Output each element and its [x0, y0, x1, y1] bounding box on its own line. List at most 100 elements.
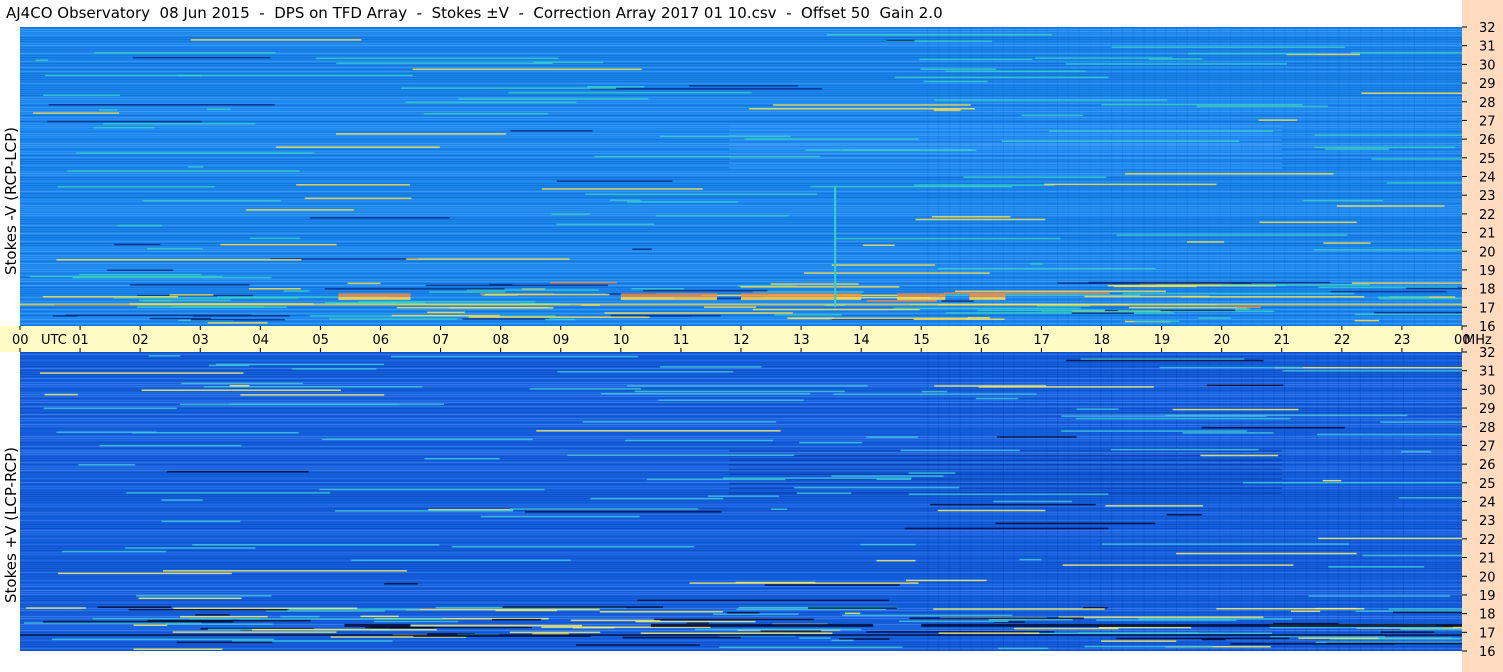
interference-line [94, 52, 276, 54]
interference-line [283, 290, 310, 292]
interference-line [1014, 627, 1119, 630]
interference-line [744, 138, 919, 140]
interference-line [1065, 359, 1264, 362]
time-axis-band [0, 326, 1462, 352]
frequency-tick-label: 26 [1479, 133, 1496, 148]
interference-line [1378, 637, 1462, 640]
top-heatmap [20, 27, 1462, 326]
heatmap-texture-line [20, 213, 1462, 214]
time-tick-label: 08 [493, 333, 510, 348]
interference-line [1308, 595, 1451, 597]
interference-line [893, 307, 1081, 309]
time-tick-label: 06 [373, 333, 390, 348]
heatmap-texture-line [20, 273, 1462, 274]
heatmap-vertical-streak [1251, 352, 1253, 651]
interference-line [904, 527, 1109, 530]
interference-line [336, 133, 507, 135]
heatmap-vertical-streak [970, 352, 972, 651]
heatmap-vertical-streak [938, 27, 940, 326]
heatmap-texture-line [20, 476, 1462, 477]
interference-line [336, 62, 553, 65]
interference-line [1030, 263, 1043, 265]
heatmap-texture-line [20, 604, 1462, 605]
interference-line [276, 146, 440, 148]
interference-line [831, 264, 935, 266]
heatmap-texture-line [20, 253, 1462, 254]
heatmap-texture-line [20, 221, 1462, 222]
interference-line [1129, 306, 1248, 309]
heatmap-texture-line [20, 458, 1462, 459]
interference-line [405, 101, 577, 104]
interference-line [1096, 619, 1237, 621]
interference-line [425, 284, 608, 287]
interference-line [480, 515, 640, 518]
heatmap-vertical-streak [1284, 27, 1286, 326]
heatmap-texture-line [20, 165, 1462, 166]
heatmap-texture-line [20, 217, 1462, 218]
interference-line [1242, 481, 1462, 484]
interference-line [1374, 311, 1462, 314]
interference-line [1076, 408, 1119, 410]
frequency-tick-label: 27 [1479, 439, 1496, 454]
time-tick-label: 07 [433, 333, 450, 348]
interference-line [1380, 421, 1462, 423]
interference-line [92, 617, 232, 620]
interference-line [876, 478, 912, 480]
interference-line [796, 492, 852, 495]
dark-absorption-region [344, 623, 411, 627]
interference-line [26, 607, 86, 609]
interference-line [631, 287, 685, 290]
interference-line [1021, 114, 1083, 117]
interference-line [509, 631, 601, 634]
interference-line [33, 112, 120, 114]
interference-line [1361, 92, 1462, 94]
heatmap-texture-line [20, 183, 1462, 184]
interference-line [799, 441, 862, 444]
interference-line [876, 559, 916, 562]
heatmap-band-line [728, 468, 1282, 471]
time-tick-label: 20 [1214, 333, 1231, 348]
frequency-tick-label: 22 [1479, 208, 1496, 223]
interference-line [1001, 140, 1240, 142]
interference-line [114, 243, 161, 246]
heatmap-texture-line [20, 109, 1462, 110]
interference-line [838, 638, 890, 640]
heatmap-texture-line [20, 376, 1462, 377]
frequency-tick-label: 29 [1479, 402, 1496, 417]
heatmap-texture-line [20, 169, 1462, 170]
heatmap-texture-line [20, 81, 1462, 82]
heatmap-texture-line [20, 205, 1462, 206]
heatmap-texture-line [20, 233, 1462, 234]
heatmap-texture-line [20, 249, 1462, 250]
interference-line [451, 545, 695, 548]
interference-line [324, 288, 505, 290]
heatmap-vertical-streak [1186, 352, 1188, 651]
interference-line [42, 295, 178, 298]
heatmap-vertical-streak [1446, 27, 1448, 326]
interference-line [654, 618, 814, 621]
interference-line [1336, 205, 1445, 207]
heatmap-vertical-streak [1230, 352, 1232, 651]
heatmap-texture-line [20, 526, 1462, 527]
heatmap-band-line [728, 167, 1282, 169]
interference-line [328, 318, 457, 320]
heatmap-texture-line [20, 207, 1462, 208]
interference-line [191, 318, 285, 321]
heatmap-vertical-streak [1413, 352, 1415, 651]
interference-line [712, 613, 799, 615]
interference-line [266, 610, 385, 612]
interference-line [594, 155, 821, 158]
heatmap-texture-line [20, 289, 1462, 290]
frequency-tick-label: 19 [1479, 264, 1496, 279]
interference-line [1302, 199, 1384, 202]
interference-line [930, 503, 1096, 506]
interference-line [48, 103, 275, 106]
heatmap-band-line [728, 482, 1282, 485]
interference-line [251, 628, 437, 631]
heatmap-vertical-streak [1424, 27, 1426, 326]
interference-line [1166, 513, 1203, 516]
vertical-spike [834, 185, 837, 308]
heatmap-texture-line [20, 518, 1462, 519]
heatmap-texture-line [20, 263, 1462, 264]
interference-line [72, 276, 272, 279]
